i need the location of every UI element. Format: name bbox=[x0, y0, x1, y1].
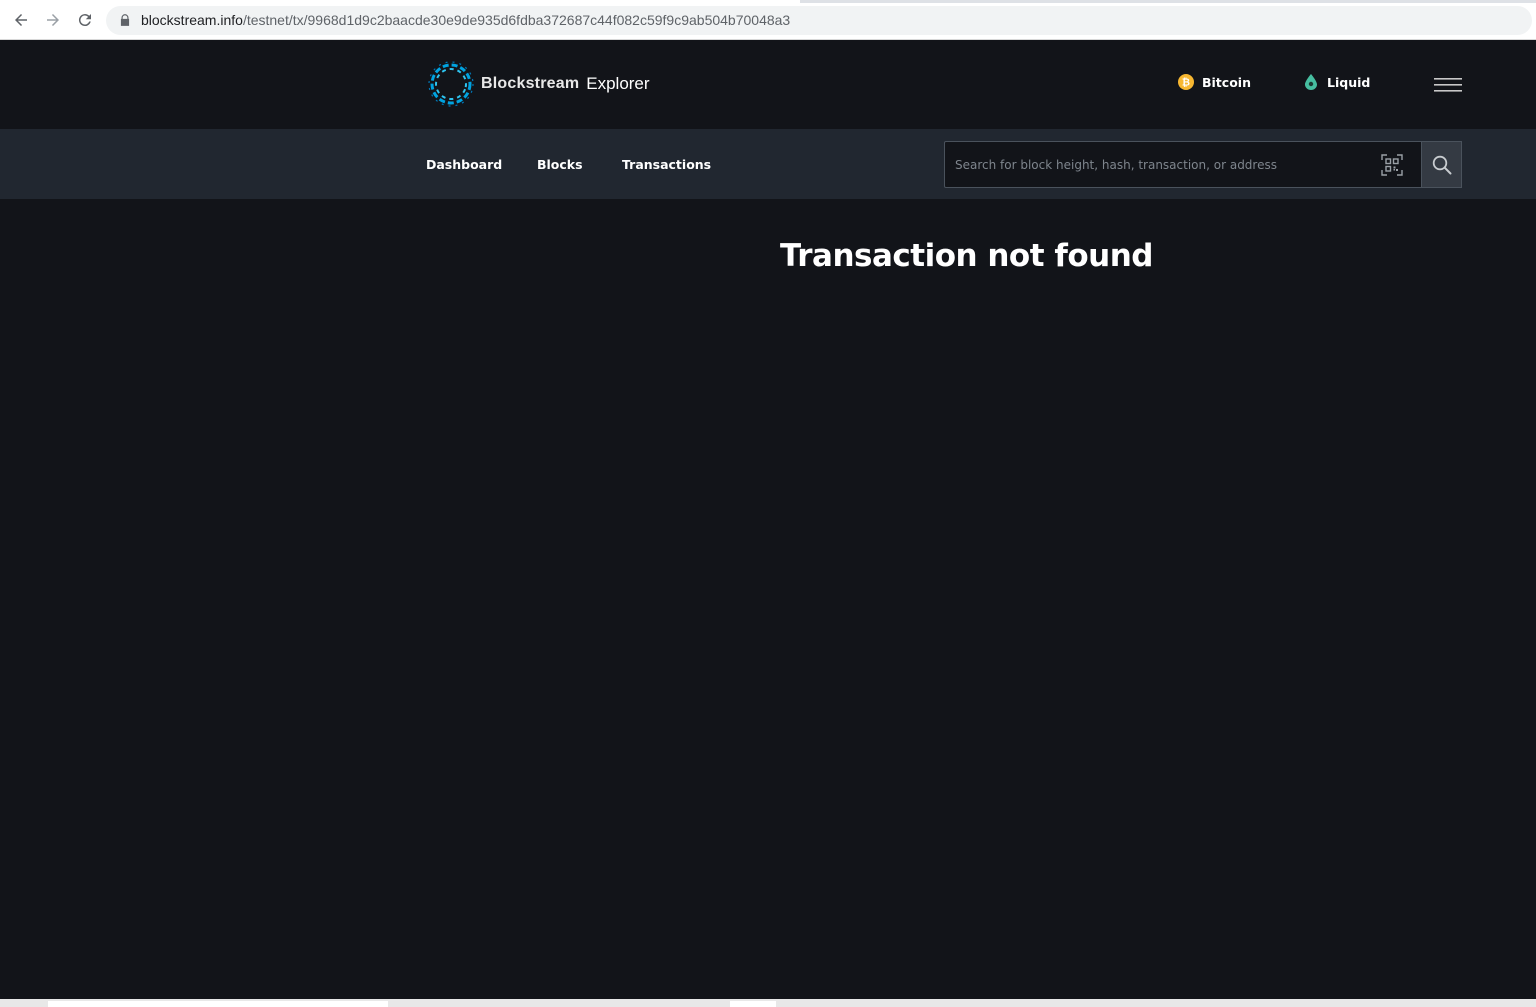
site-header: Blockstream Explorer ₿ Bitcoin Liquid bbox=[0, 40, 1536, 129]
network-liquid-label: Liquid bbox=[1327, 74, 1371, 90]
lock-icon bbox=[120, 14, 130, 26]
search-input[interactable] bbox=[945, 142, 1375, 187]
arrow-left-icon bbox=[15, 14, 27, 26]
url-host: blockstream.info bbox=[141, 12, 243, 28]
back-button[interactable] bbox=[10, 9, 32, 31]
network-liquid-link[interactable]: Liquid bbox=[1303, 74, 1370, 90]
scrollbar-thumb[interactable] bbox=[48, 1001, 388, 1007]
hamburger-menu-icon[interactable] bbox=[1434, 77, 1462, 93]
address-bar[interactable]: blockstream.info/testnet/tx/9968d1d9c2ba… bbox=[106, 6, 1532, 35]
search-button[interactable] bbox=[1421, 141, 1462, 188]
network-bitcoin-label: Bitcoin bbox=[1202, 74, 1251, 90]
liquid-drop-icon bbox=[1305, 74, 1317, 90]
url-text: blockstream.info/testnet/tx/9968d1d9c2ba… bbox=[141, 12, 790, 28]
bitcoin-icon: ₿ bbox=[1178, 74, 1194, 90]
horizontal-scrollbar[interactable] bbox=[0, 999, 1536, 1007]
search-box bbox=[944, 141, 1462, 188]
page-title: Transaction not found bbox=[780, 238, 1153, 274]
logo-product: Explorer bbox=[586, 74, 650, 93]
logo-brand: Blockstream bbox=[481, 75, 580, 92]
reload-button[interactable] bbox=[74, 9, 96, 31]
scrollbar-segment bbox=[730, 1001, 776, 1007]
nav-dashboard[interactable]: Dashboard bbox=[426, 157, 502, 172]
svg-text:₿: ₿ bbox=[1182, 77, 1190, 89]
network-bitcoin-link[interactable]: ₿ Bitcoin bbox=[1178, 74, 1251, 90]
nav-blocks[interactable]: Blocks bbox=[537, 157, 583, 172]
qr-code-scan-icon[interactable] bbox=[1381, 154, 1403, 176]
logo[interactable]: Blockstream Explorer bbox=[427, 60, 650, 108]
arrow-right-icon bbox=[47, 14, 59, 26]
reload-icon bbox=[78, 14, 91, 27]
blockstream-logo-icon bbox=[428, 61, 474, 107]
sub-navigation: Dashboard Blocks Transactions bbox=[0, 129, 1536, 199]
browser-toolbar: blockstream.info/testnet/tx/9968d1d9c2ba… bbox=[0, 0, 1536, 40]
tab-strip bbox=[0, 0, 1536, 3]
forward-button[interactable] bbox=[42, 9, 64, 31]
search-icon bbox=[1432, 155, 1451, 174]
nav-transactions[interactable]: Transactions bbox=[622, 157, 711, 172]
url-path: /testnet/tx/9968d1d9c2baacde30e9de935d6f… bbox=[242, 12, 791, 28]
